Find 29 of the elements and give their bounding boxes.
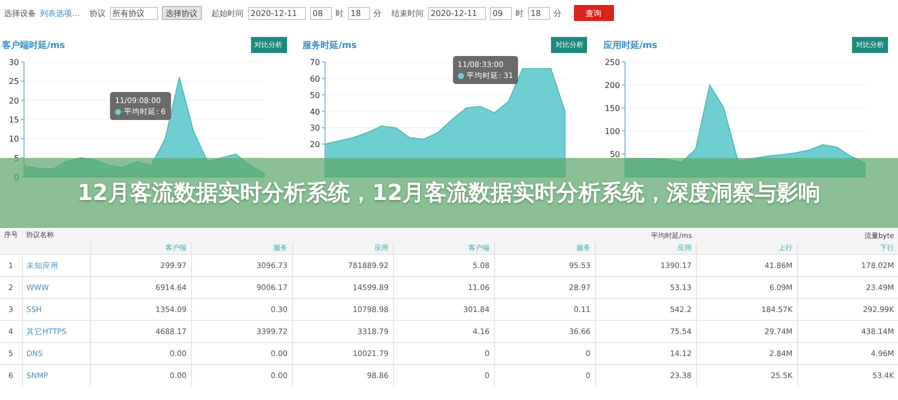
axis-tick-label: 20 bbox=[309, 140, 320, 150]
axis-tick-label: 60 bbox=[309, 74, 320, 84]
unit-label: 分 bbox=[374, 8, 382, 18]
axis-tick-label: 70 bbox=[309, 58, 320, 67]
axis-tick-label: 150 bbox=[605, 104, 620, 113]
axis-tick-label: 250 bbox=[605, 58, 620, 67]
axis-tick-label: 25 bbox=[8, 77, 19, 86]
field-label: 起始时间 bbox=[212, 8, 244, 18]
field-label: 选择设备 bbox=[4, 8, 36, 18]
axis-tick-label: 15 bbox=[8, 116, 19, 124]
field-label: 协议 bbox=[90, 8, 106, 18]
axis-tick-label: 50 bbox=[309, 90, 320, 100]
banner-title: 12月客流数据实时分析系统，12月客流数据实时分析系统，深度洞察与影响 bbox=[76, 180, 822, 208]
field-label: 结束时间 bbox=[392, 8, 424, 18]
chart-title: 服务时延/ms bbox=[302, 39, 357, 52]
axis-tick-label: 100 bbox=[605, 127, 620, 136]
axis-tick-label: 200 bbox=[605, 81, 620, 90]
axis-tick-label: 20 bbox=[8, 96, 19, 106]
chart-title: 客户端时延/ms bbox=[2, 39, 66, 52]
axis-tick-label: 10 bbox=[8, 134, 19, 144]
axis-tick-label: 0 bbox=[14, 173, 19, 182]
axis-tick-label: 30 bbox=[309, 124, 320, 133]
unit-label: 分 bbox=[554, 8, 562, 18]
axis-tick-label: 50 bbox=[610, 150, 620, 159]
chart-title: 应用时延/ms bbox=[603, 39, 658, 52]
axis-tick-label: 40 bbox=[309, 107, 320, 116]
unit-label: 时 bbox=[336, 8, 344, 18]
axis-tick-label: 30 bbox=[8, 58, 19, 67]
unit-label: 时 bbox=[516, 8, 524, 18]
